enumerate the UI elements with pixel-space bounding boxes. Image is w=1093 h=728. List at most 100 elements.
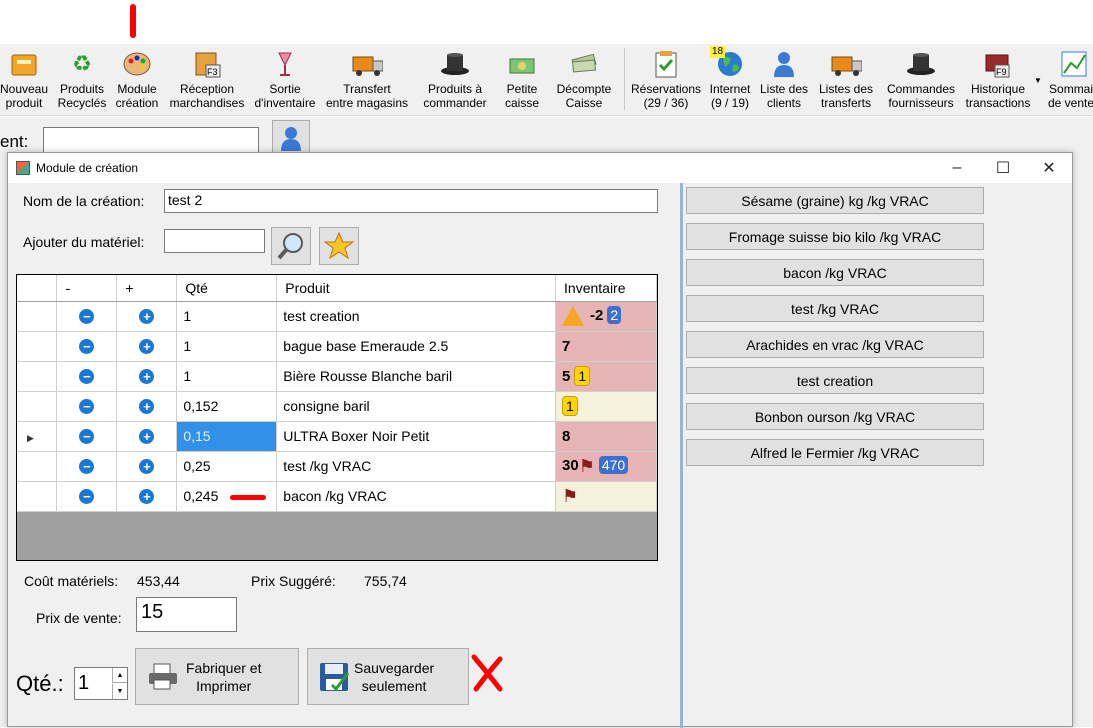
table-row[interactable]: ▶ − + 0,15 ULTRA Boxer Noir Petit 8 [17, 421, 657, 452]
row-selector[interactable] [17, 481, 58, 512]
internet-badge: 18 [710, 46, 726, 58]
row-selector[interactable] [17, 451, 58, 482]
creation-name-input[interactable]: test 2 [164, 189, 658, 213]
qty-cell[interactable]: 0,152 [176, 391, 278, 422]
maximize-button[interactable]: ☐ [980, 153, 1026, 183]
sales-summary-button[interactable]: Sommai de vente [1044, 44, 1093, 116]
inventory-cell: ⚑ [555, 481, 657, 512]
row-selector[interactable] [17, 361, 58, 392]
quick-product-button[interactable]: Bonbon ourson /kg VRAC [686, 403, 984, 430]
decrease-button[interactable]: − [56, 301, 118, 332]
supplier-orders-button[interactable]: Commandes fournisseurs [882, 44, 960, 116]
products-to-order-button[interactable]: Produits à commander [418, 44, 492, 116]
stepper-up-button[interactable]: ▲ [112, 668, 127, 683]
plus-circle-icon: + [139, 429, 155, 444]
quick-product-button[interactable]: Fromage suisse bio kilo /kg VRAC [686, 223, 984, 250]
qty-cell[interactable]: 1 [176, 331, 278, 362]
quantity-stepper[interactable]: 1 ▲ ▼ [74, 667, 128, 700]
decrease-button[interactable]: − [56, 361, 118, 392]
decrease-button[interactable]: − [56, 421, 118, 452]
quick-product-button[interactable]: bacon /kg VRAC [686, 259, 984, 286]
sale-price-input[interactable]: 15 [136, 597, 237, 632]
increase-button[interactable]: + [116, 481, 178, 512]
table-row[interactable]: − + 1 Bière Rousse Blanche baril 51 [17, 361, 657, 392]
increase-button[interactable]: + [116, 451, 178, 482]
client-search-button[interactable] [272, 120, 310, 156]
increase-button[interactable]: + [116, 331, 178, 362]
recycled-products-button[interactable]: ♻ Produits Recyclés [55, 44, 109, 116]
decrease-button[interactable]: − [56, 391, 118, 422]
make-and-print-button[interactable]: Fabriquer et Imprimer [135, 648, 299, 705]
row-selector[interactable] [17, 391, 58, 422]
red-annotation-line [230, 494, 267, 500]
reservations-button[interactable]: Réservations (29 / 36) [630, 44, 702, 116]
minus-circle-icon: − [79, 459, 95, 474]
qty-cell-selected[interactable]: 0,15 [176, 421, 278, 452]
quick-product-button[interactable]: Alfred le Fermier /kg VRAC [686, 439, 984, 466]
table-row[interactable]: − + 1 test creation -2 2 [17, 301, 657, 332]
save-disk-icon [320, 662, 350, 691]
reception-button[interactable]: F3 Réception marchandises [168, 44, 246, 116]
minus-circle-icon: − [79, 399, 95, 414]
product-cell[interactable]: ULTRA Boxer Noir Petit [276, 421, 557, 452]
reception-label: Réception marchandises [169, 82, 245, 110]
product-cell[interactable]: test /kg VRAC [276, 451, 557, 482]
save-only-button[interactable]: Sauvegarder seulement [307, 648, 469, 705]
qty-cell[interactable]: 0,245 [176, 481, 278, 512]
table-row[interactable]: − + 0,245 bacon /kg VRAC ⚑ [17, 481, 657, 512]
history-book-icon: F9 [982, 48, 1014, 80]
qty-cell[interactable]: 1 [176, 361, 278, 392]
product-cell[interactable]: bacon /kg VRAC [276, 481, 557, 512]
transaction-history-button[interactable]: F9 Historique transactions [962, 44, 1034, 116]
increase-button[interactable]: + [116, 361, 178, 392]
product-cell[interactable]: consigne baril [276, 391, 557, 422]
add-material-input[interactable] [164, 229, 265, 253]
petty-cash-button[interactable]: Petite caisse [500, 44, 544, 116]
close-button[interactable]: ✕ [1026, 153, 1072, 183]
star-icon [324, 231, 354, 260]
store-transfer-button[interactable]: Transfert entre magasins [324, 44, 410, 116]
plus-circle-icon: + [139, 339, 155, 354]
cash-count-button[interactable]: Décompte Caisse [552, 44, 616, 116]
increase-button[interactable]: + [116, 391, 178, 422]
client-input[interactable] [43, 127, 259, 153]
quick-product-button[interactable]: Arachides en vrac /kg VRAC [686, 331, 984, 358]
stepper-down-button[interactable]: ▼ [112, 684, 127, 699]
svg-text:F9: F9 [996, 67, 1007, 77]
product-cell[interactable]: Bière Rousse Blanche baril [276, 361, 557, 392]
search-material-button[interactable] [271, 227, 311, 265]
product-cell[interactable]: test creation [276, 301, 557, 332]
quick-product-button[interactable]: test /kg VRAC [686, 295, 984, 322]
red-annotation-mark [130, 4, 136, 38]
dropdown-arrow-icon[interactable]: ▼ [1034, 76, 1042, 85]
decrease-button[interactable]: − [56, 331, 118, 362]
internet-button[interactable]: 18 Internet (9 / 19) [704, 44, 756, 116]
table-row[interactable]: − + 0,152 consigne baril 1 [17, 391, 657, 422]
inventory-cell: 51 [555, 361, 657, 392]
row-selector[interactable] [17, 301, 58, 332]
creation-module-button[interactable]: Module création [112, 44, 162, 116]
favorites-button[interactable] [319, 227, 359, 265]
table-row[interactable]: − + 0,25 test /kg VRAC 30⚑ 470 [17, 451, 657, 482]
increase-button[interactable]: + [116, 421, 178, 452]
minimize-button[interactable]: – [934, 153, 980, 183]
inventory-output-button[interactable]: Sortie d'inventaire [252, 44, 318, 116]
qty-cell[interactable]: 0,25 [176, 451, 278, 482]
quick-product-button[interactable]: Sésame (graine) kg /kg VRAC [686, 187, 984, 214]
decrease-button[interactable]: − [56, 451, 118, 482]
quick-product-button[interactable]: test creation [686, 367, 984, 394]
transfer-lists-button[interactable]: Listes des transferts [814, 44, 878, 116]
header-inventory: Inventaire [555, 275, 657, 302]
table-row[interactable]: − + 1 bague base Emeraude 2.5 7 [17, 331, 657, 362]
increase-button[interactable]: + [116, 301, 178, 332]
product-cell[interactable]: bague base Emeraude 2.5 [276, 331, 557, 362]
qty-cell[interactable]: 1 [176, 301, 278, 332]
decrease-button[interactable]: − [56, 481, 118, 512]
client-list-button[interactable]: Liste des clients [758, 44, 810, 116]
row-selector[interactable]: ▶ [17, 421, 58, 452]
save-only-label: Sauvegarder seulement [354, 659, 435, 694]
new-product-button[interactable]: Nouveau produit [0, 44, 48, 116]
row-selector[interactable] [17, 331, 58, 362]
minus-circle-icon: − [79, 309, 95, 324]
cash-count-label: Décompte Caisse [556, 82, 612, 110]
